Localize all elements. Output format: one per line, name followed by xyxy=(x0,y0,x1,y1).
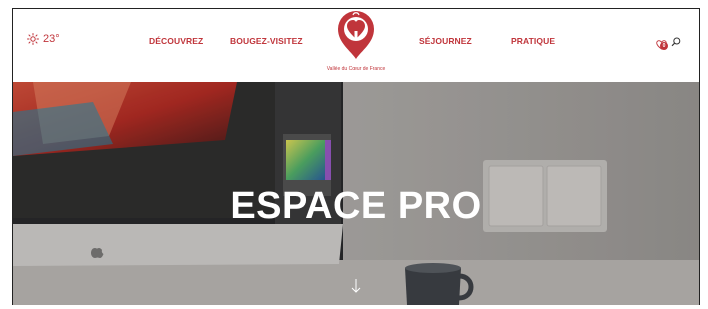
site-logo[interactable] xyxy=(335,9,377,61)
logo-caption: Vallée du Cœur de France xyxy=(326,66,386,72)
hero-title: ESPACE PRO xyxy=(230,185,482,227)
nav-item-decouvrez[interactable]: DÉCOUVREZ xyxy=(149,36,203,46)
favorites-count-badge: 0 xyxy=(660,42,668,50)
site-header: 23° DÉCOUVREZ BOUGEZ-VISITEZ Vallée du C… xyxy=(13,9,699,82)
weather-widget: 23° xyxy=(27,33,60,45)
browser-viewport: 23° DÉCOUVREZ BOUGEZ-VISITEZ Vallée du C… xyxy=(12,8,700,305)
hero-banner: ESPACE PRO xyxy=(13,82,699,305)
page: 23° DÉCOUVREZ BOUGEZ-VISITEZ Vallée du C… xyxy=(0,0,708,309)
search-button[interactable] xyxy=(671,34,681,52)
favorites-button[interactable]: 0 xyxy=(656,37,668,50)
sun-icon xyxy=(27,33,39,45)
heart-pin-logo xyxy=(338,11,374,59)
search-icon xyxy=(671,37,681,47)
scroll-down-button[interactable] xyxy=(350,278,362,299)
arrow-down-icon xyxy=(351,279,361,293)
nav-item-bougez-visitez[interactable]: BOUGEZ-VISITEZ xyxy=(230,36,303,46)
temperature-value: 23° xyxy=(43,33,60,45)
nav-item-sejournez[interactable]: SÉJOURNEZ xyxy=(419,36,472,46)
nav-item-pratique[interactable]: PRATIQUE xyxy=(511,36,555,46)
header-tools: 0 xyxy=(656,34,681,52)
